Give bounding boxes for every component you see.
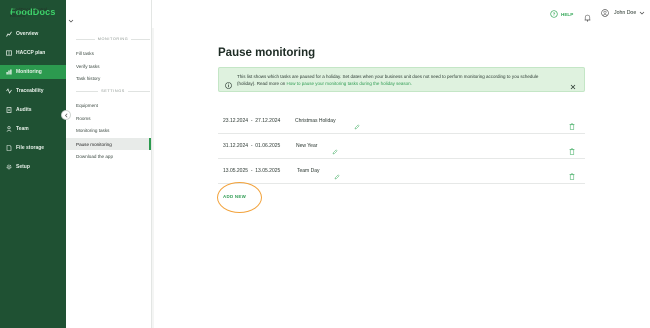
banner-help-link[interactable]: How to pause your monitoring tasks durin… [287,81,412,86]
overview-icon [6,31,12,37]
help-label: HELP [561,11,574,17]
holiday-dates: 31.12.2024 - 01.06.2025 [223,143,280,149]
collapse-sidebar-button[interactable] [61,110,71,120]
business-unit-name[interactable]: FoodDocs Central Kitchen [10,7,60,19]
close-icon[interactable] [570,77,576,90]
holiday-row: 31.12.2024 - 01.06.2025 New Year [218,134,585,159]
info-icon [225,76,232,89]
holiday-start-date: 13.05.2025 [223,168,249,174]
main-sidebar: FoodDocs Overview HACCP plan Monitoring … [0,0,66,328]
subnav-item-pause-monitoring[interactable]: Pause monitoring [66,138,151,150]
holiday-dates: 13.05.2025 - 13.05.2025 [223,168,280,174]
subnav-item-equipment[interactable]: Equipment [76,103,98,108]
audit-icon [6,107,12,113]
traceability-icon [6,88,12,94]
nav-item-label: Setup [16,164,30,170]
avatar-icon [601,9,609,17]
bell-icon[interactable] [584,9,591,22]
file-icon [6,145,12,151]
holiday-end-date: 01.06.2025 [255,143,281,149]
pencil-icon[interactable] [332,142,338,155]
nav-item-audits[interactable]: Audits [0,103,66,117]
highlight-circle [217,182,262,213]
help-button[interactable]: ? HELP [550,10,573,18]
nav-item-file-storage[interactable]: File storage [0,141,66,155]
subnav-item-label: Pause monitoring [76,141,112,147]
holiday-end-date: 13.05.2025 [255,168,281,174]
nav-item-label: HACCP plan [16,50,46,56]
nav-item-setup[interactable]: Setup [0,160,66,174]
holiday-row: 13.05.2025 - 13.05.2025 Team Day [218,159,585,184]
book-icon [6,50,12,56]
date-separator: - [250,143,253,149]
holiday-end-date: 27.12.2024 [255,118,281,124]
holiday-name: Team Day [297,168,320,174]
help-icon: ? [550,10,558,18]
date-separator: - [250,168,253,174]
nav-item-traceability[interactable]: Traceability [0,84,66,98]
user-menu[interactable]: John Doe [601,9,645,17]
pencil-icon[interactable] [354,117,360,130]
chevron-down-icon [639,11,645,15]
banner-text: This list shows which tasks are paused f… [237,73,557,87]
svg-text:?: ? [553,12,556,17]
subnav-item-rooms[interactable]: Rooms [76,116,91,121]
section-header-monitoring: MONITORING [76,37,150,41]
nav-item-label: Traceability [16,88,44,94]
nav-item-label: Overview [16,31,39,37]
page-title: Pause monitoring [218,47,316,59]
trash-icon[interactable] [569,167,575,180]
holiday-dates: 23.12.2024 - 27.12.2024 [223,118,280,124]
pencil-icon[interactable] [334,167,340,180]
trash-icon[interactable] [569,117,575,130]
subnav-item-verify-tasks[interactable]: Verify tasks [76,64,100,69]
nav-item-label: Team [16,126,29,132]
subnav-item-download-app[interactable]: Download the app [76,154,113,159]
secondary-sidebar [66,0,152,328]
holiday-name: New Year [296,143,318,149]
top-bar [152,0,650,28]
team-icon [6,126,12,132]
holiday-row: 23.12.2024 - 27.12.2024 Christmas Holida… [218,109,585,134]
nav-item-label: File storage [16,145,45,151]
holiday-name: Christmas Holiday [295,118,336,124]
nav-item-label: Monitoring [16,69,42,75]
chevron-left-icon [64,113,67,117]
holiday-start-date: 31.12.2024 [223,143,249,149]
subnav-item-task-history[interactable]: Task history [76,76,100,81]
nav-item-overview[interactable]: Overview [0,27,66,41]
chevron-down-icon[interactable] [68,11,74,23]
nav-item-monitoring[interactable]: Monitoring [0,65,66,79]
date-separator: - [250,118,253,124]
nav-item-team[interactable]: Team [0,122,66,136]
section-header-settings: SETTINGS [76,89,150,93]
subnav-item-fill-tasks[interactable]: Fill tasks [76,51,94,56]
user-name: John Doe [614,10,637,16]
info-banner: This list shows which tasks are paused f… [218,67,585,92]
trash-icon[interactable] [569,142,575,155]
nav-item-haccp-plan[interactable]: HACCP plan [0,46,66,60]
holiday-start-date: 23.12.2024 [223,118,249,124]
subnav-item-monitoring-tasks[interactable]: Monitoring tasks [76,128,109,133]
gear-icon [6,164,12,170]
chart-icon [6,69,12,75]
nav-item-label: Audits [16,107,32,113]
